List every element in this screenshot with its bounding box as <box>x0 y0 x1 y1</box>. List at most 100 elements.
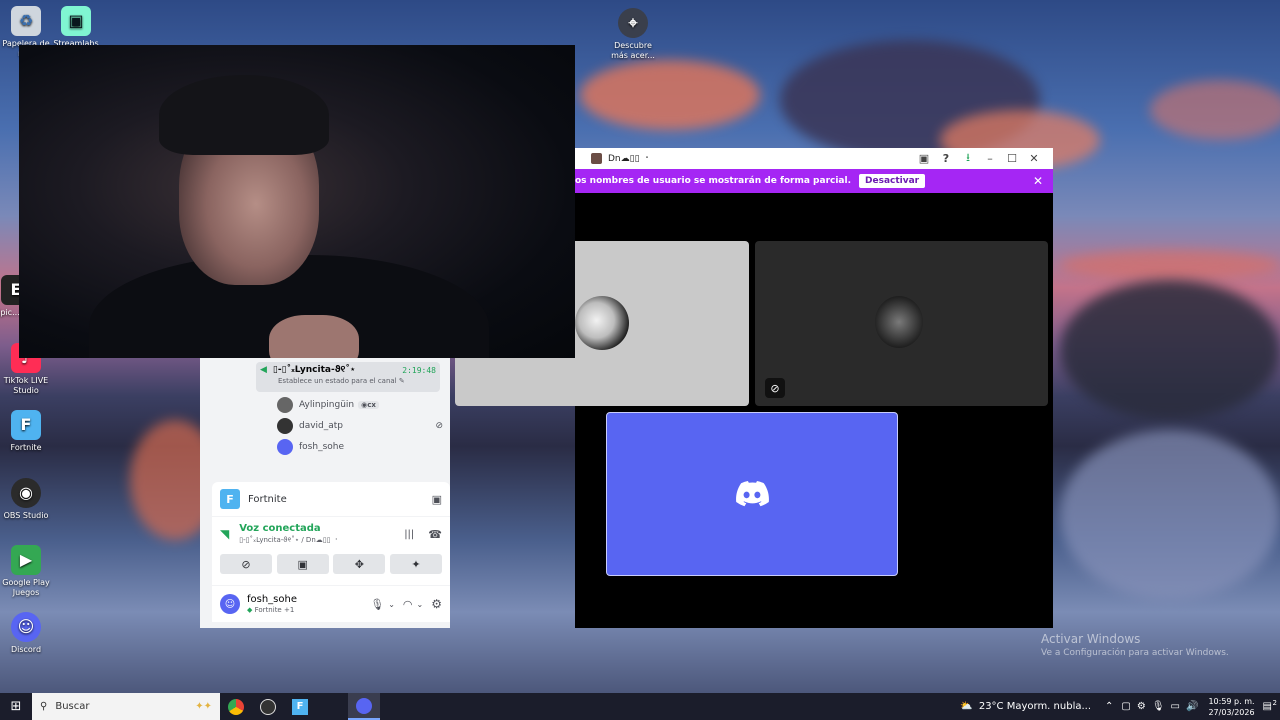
avatar <box>277 439 293 455</box>
desktop-icon-label: OBS Studio <box>3 511 49 520</box>
chevron-down-icon[interactable]: ⌄ <box>388 600 395 609</box>
volume-icon[interactable]: 🔊 <box>1186 701 1198 712</box>
desktop-icon-discover[interactable]: ⌖ Descubre más acer... <box>607 8 659 61</box>
desktop-icon-fortnite[interactable]: F Fortnite <box>0 410 52 453</box>
start-button[interactable]: ⊞ <box>0 693 32 720</box>
desktop-icon-label: Discord <box>10 645 42 654</box>
discover-icon: ⌖ <box>618 8 648 38</box>
taskbar-empty[interactable] <box>316 693 348 720</box>
minimize-button[interactable]: – <box>979 148 1001 169</box>
microphone-icon[interactable]: 🎙 <box>370 598 384 611</box>
notification-count: 2 <box>1272 699 1277 707</box>
screen-share-icon: ▣ <box>297 557 308 571</box>
gamepad-icon: ◆ <box>247 606 253 614</box>
chevron-down-icon[interactable]: ⌄ <box>417 600 424 609</box>
help-icon[interactable]: ? <box>935 148 957 169</box>
stream-icon[interactable]: ▣ <box>432 493 442 506</box>
user-name[interactable]: fosh_sohe <box>247 594 370 605</box>
avatar <box>277 418 293 434</box>
clock[interactable]: 10:59 p. m. 27/03/2026 <box>1208 696 1254 718</box>
chevron-up-icon[interactable]: ⌃ <box>1105 701 1113 712</box>
member-name: david_atp <box>299 421 344 431</box>
server-icon <box>591 153 602 164</box>
clock-time: 10:59 p. m. <box>1208 696 1255 706</box>
disconnect-icon[interactable]: ☎ <box>428 528 442 541</box>
fortnite-icon: F <box>220 489 240 509</box>
headphones-icon[interactable]: ◠ <box>403 598 413 611</box>
channel-status-text[interactable]: Establece un estado para el canal ✎ <box>278 377 436 385</box>
activities-button[interactable]: ✥ <box>333 554 386 574</box>
obs-icon <box>260 698 276 715</box>
fortnite-icon: F <box>11 410 41 440</box>
camera-off-button[interactable]: ⊘ <box>220 554 272 574</box>
desktop-icon-obs[interactable]: ◉ OBS Studio <box>0 478 52 521</box>
noise-suppression-icon[interactable]: ||| <box>404 529 414 540</box>
weather-text: 23°C Mayorm. nubla... <box>978 701 1092 712</box>
search-box[interactable]: ⚲ Buscar ✦✦ <box>32 693 220 720</box>
taskbar: ⊞ ⚲ Buscar ✦✦ F ⛅ 23°C Mayorm. nubla... … <box>0 693 1280 720</box>
microphone-icon[interactable]: 🎙 <box>1152 701 1165 712</box>
channel-timer: 2:19:48 <box>402 365 436 375</box>
discord-logo-icon <box>736 481 769 507</box>
voice-channel-user-row[interactable]: ◀ ▯-▯˚ₓLyncita-ϑ୧˚⋆ 2:19:48 Establece un… <box>256 362 440 392</box>
taskbar-fortnite[interactable]: F <box>284 693 316 720</box>
activities-icon: ✥ <box>354 557 364 571</box>
tray-app-icon[interactable]: ⚙ <box>1137 701 1146 712</box>
notification-button[interactable]: ▤ 2 <box>1263 699 1277 712</box>
gear-icon[interactable]: ⚙ <box>431 597 442 611</box>
voice-channel-path[interactable]: ▯-▯˚ₓLyncita-ϑ୧˚⋆ / Dn☁▯▯ ⠐ <box>239 536 404 545</box>
weather-widget[interactable]: ⛅ 23°C Mayorm. nubla... <box>960 701 1091 712</box>
voice-member-row[interactable]: fosh_sohe <box>277 439 344 455</box>
weather-icon: ⛅ <box>960 701 973 712</box>
privacy-notice-bar: os nombres de usuario se mostrarán de fo… <box>575 169 1053 193</box>
taskbar-discord[interactable] <box>348 693 380 720</box>
voice-member-row[interactable]: david_atp ⊘ <box>277 418 443 434</box>
member-badge: ◉cx <box>358 401 379 409</box>
voice-status[interactable]: Voz conectada <box>239 523 404 534</box>
activity-card[interactable]: F Fortnite ▣ <box>212 482 450 516</box>
participant-tile-discord[interactable] <box>606 412 898 576</box>
obs-icon: ◉ <box>11 478 41 508</box>
user-panel: ☺ fosh_sohe ◆ Fortnite +1 🎙 ⌄ ◠ ⌄ ⚙ <box>212 586 450 622</box>
participant-avatar <box>875 296 923 348</box>
voice-member-row[interactable]: Aylinpingüin ◉cx <box>277 397 379 413</box>
network-icon[interactable]: ▭ <box>1171 701 1180 712</box>
user-activity: Fortnite +1 <box>254 606 295 614</box>
fortnite-icon: F <box>292 698 308 715</box>
desktop-icon-label: Fortnite <box>10 443 42 452</box>
window-titlebar: Dn☁▯▯ ⠐ ▣ ? ⭳ – ☐ ✕ <box>575 148 1053 169</box>
desktop-icon-discord[interactable]: ☺ Discord <box>0 612 52 655</box>
maximize-button[interactable]: ☐ <box>1001 148 1023 169</box>
muted-icon: ⊘ <box>435 421 443 431</box>
tray-app-icon[interactable]: ▢ <box>1121 701 1130 712</box>
muted-icon: ⊘ <box>765 378 785 398</box>
desktop-icon-label: Google Play Juegos <box>2 578 50 597</box>
taskbar-obs[interactable] <box>252 693 284 720</box>
avatar[interactable]: ☺ <box>220 594 240 614</box>
taskbar-chrome[interactable] <box>220 693 252 720</box>
member-name: fosh_sohe <box>299 442 345 452</box>
window-title: Dn☁▯▯ ⠐ <box>591 153 913 164</box>
google-play-icon: ▶ <box>11 545 41 575</box>
soundboard-button[interactable]: ✦ <box>389 554 442 574</box>
watermark-title: Activar Windows <box>1041 632 1141 646</box>
chrome-icon <box>228 698 244 715</box>
copilot-icon: ✦✦ <box>195 701 212 712</box>
activation-watermark: Activar Windows Ve a Configuración para … <box>1041 632 1229 658</box>
discord-icon: ☺ <box>11 612 41 642</box>
notice-text: os nombres de usuario se mostrarán de fo… <box>575 176 852 186</box>
screen-share-button[interactable]: ▣ <box>276 554 329 574</box>
desktop-icon-label: Descubre más acer... <box>611 41 655 60</box>
download-icon[interactable]: ⭳ <box>957 148 979 169</box>
screen-share-icon[interactable]: ▣ <box>913 148 935 169</box>
discord-call-window: Dn☁▯▯ ⠐ ▣ ? ⭳ – ☐ ✕ os nombres de usuari… <box>455 148 1053 628</box>
recycle-bin-icon: ♻ <box>11 6 41 36</box>
close-button[interactable]: ✕ <box>1023 148 1045 169</box>
clock-date: 27/03/2026 <box>1208 707 1255 717</box>
notice-close-icon[interactable]: ✕ <box>1033 174 1043 188</box>
deactivate-button[interactable]: Desactivar <box>859 174 926 188</box>
desktop-icon-google-play[interactable]: ▶ Google Play Juegos <box>0 545 52 598</box>
desktop-icon-streamlabs[interactable]: ▣ Streamlabs <box>50 6 102 49</box>
window-title-text: Dn☁▯▯ ⠐ <box>608 153 649 164</box>
discord-sidebar: ◀ ▯-▯˚ₓLyncita-ϑ୧˚⋆ 2:19:48 Establece un… <box>200 358 450 628</box>
